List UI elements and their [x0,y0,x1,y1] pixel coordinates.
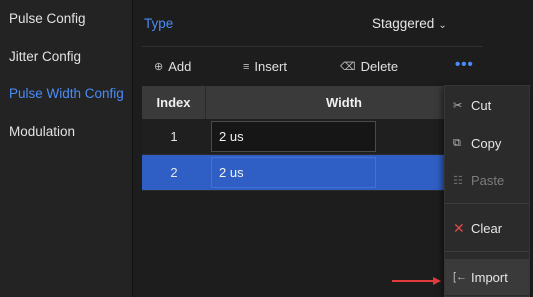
scissors-icon: ✂ [453,99,463,112]
insert-button[interactable]: ≡ Insert [243,59,287,74]
type-dropdown[interactable]: Staggered ⌄ [372,16,447,31]
table-row[interactable]: 1 [142,119,482,155]
menu-item-label: Import [471,269,508,285]
menu-item-label: Clear [471,220,503,236]
menu-item-clear[interactable]: ✕ Clear [445,210,529,246]
sidebar-item-jitter-config[interactable]: Jitter Config [0,38,132,76]
add-button-label: Add [168,59,192,74]
menu-item-copy[interactable]: ⧉ Copy [445,125,529,161]
menu-item-cut[interactable]: ✂ Cut [445,87,529,123]
sidebar-item-pulse-config[interactable]: Pulse Config [0,0,132,38]
menu-item-label: Copy [471,135,502,151]
toolbar: ⊕ Add ≡ Insert ⌫ Delete ••• [134,52,533,82]
import-icon: [← [453,271,468,283]
row-index-cell: 1 [170,129,178,144]
sidebar-item-pulse-width-config[interactable]: Pulse Width Config [0,75,132,113]
width-input[interactable] [211,121,376,152]
delete-button-label: Delete [360,59,399,74]
copy-icon: ⧉ [453,136,461,149]
menu-item-label: Cut [471,97,492,113]
menu-separator [445,251,529,252]
table-row-selected[interactable]: 2 [142,155,482,191]
divider [142,46,483,47]
menu-item-paste: ☷ Paste [445,162,529,198]
column-header-index: Index [142,86,206,119]
x-icon: ✕ [453,219,465,236]
more-options-button[interactable]: ••• [455,56,474,73]
menu-separator [445,203,529,204]
insert-button-label: Insert [254,59,287,74]
main-panel: Type Staggered ⌄ ⊕ Add ≡ Insert ⌫ Delete … [134,0,533,297]
sidebar: Pulse Config Jitter Config Pulse Width C… [0,0,133,297]
type-label: Type [144,16,174,31]
menu-item-label: Paste [471,172,505,188]
context-menu: ✂ Cut ⧉ Copy ☷ Paste ✕ Clear [← Import [444,85,530,297]
plus-circle-icon: ⊕ [154,61,164,73]
sidebar-item-modulation[interactable]: Modulation [0,113,132,151]
annotation-arrow-icon [392,277,441,285]
chevron-down-icon: ⌄ [438,20,447,31]
type-dropdown-value: Staggered [372,16,435,31]
column-header-width: Width [326,95,362,110]
add-button[interactable]: ⊕ Add [154,59,191,74]
delete-button[interactable]: ⌫ Delete [340,59,398,74]
delete-icon: ⌫ [340,61,356,73]
row-index-cell: 2 [170,165,178,180]
paste-icon: ☷ [453,174,463,187]
width-input[interactable] [211,157,376,188]
menu-item-import[interactable]: [← Import [445,259,529,295]
insert-icon: ≡ [243,60,250,73]
type-row: Type Staggered ⌄ [134,0,533,47]
table-header: Index Width [142,86,482,119]
width-table: Index Width 1 2 [142,86,482,191]
